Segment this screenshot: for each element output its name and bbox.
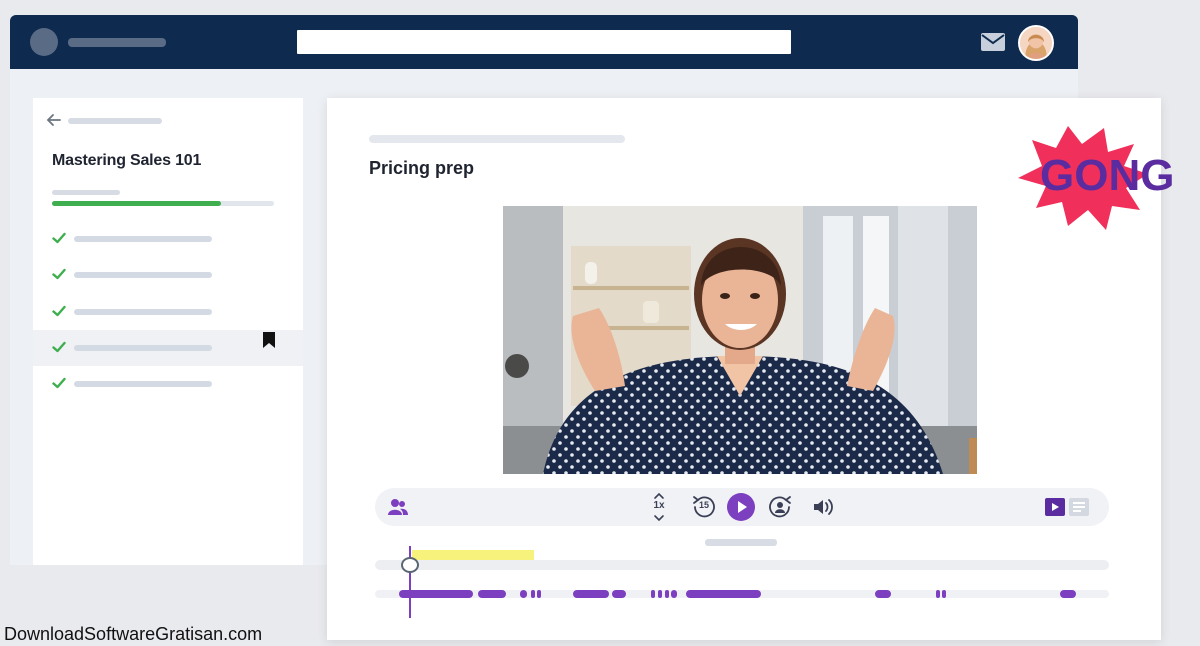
video-view-icon[interactable] bbox=[1045, 498, 1065, 516]
speaker-segment[interactable] bbox=[942, 590, 946, 598]
speaker-segment[interactable] bbox=[651, 590, 655, 598]
playhead-handle[interactable] bbox=[401, 557, 419, 573]
check-icon bbox=[52, 232, 66, 244]
speaker-segment[interactable] bbox=[665, 590, 669, 598]
check-icon bbox=[52, 305, 66, 317]
speaker-segment[interactable] bbox=[936, 590, 940, 598]
lesson-item-5[interactable] bbox=[33, 366, 303, 402]
video-player-frame[interactable] bbox=[503, 206, 977, 474]
speaker-segment[interactable] bbox=[671, 590, 677, 598]
speaker-segment[interactable] bbox=[478, 590, 506, 598]
lesson-title-placeholder bbox=[74, 345, 212, 351]
search-input[interactable] bbox=[297, 30, 791, 54]
speaker-segment[interactable] bbox=[537, 590, 541, 598]
page-title: Pricing prep bbox=[369, 158, 475, 178]
breadcrumb-placeholder bbox=[68, 118, 162, 124]
check-icon bbox=[52, 341, 66, 353]
lesson-item-2[interactable] bbox=[33, 257, 303, 293]
speaker-segment[interactable] bbox=[686, 590, 761, 598]
speaker-segment[interactable] bbox=[531, 590, 535, 598]
speaker-segment[interactable] bbox=[520, 590, 527, 598]
gong-logo-badge: GONG bbox=[1018, 126, 1174, 230]
speaker-segment[interactable] bbox=[1060, 590, 1076, 598]
watermark-text: DownloadSoftwareGratisan.com bbox=[4, 624, 263, 644]
speaker-segment[interactable] bbox=[612, 590, 626, 598]
playback-speed-label[interactable]: 1x bbox=[651, 500, 667, 511]
arrow-left-icon[interactable] bbox=[45, 111, 63, 129]
speaker-segment[interactable] bbox=[658, 590, 662, 598]
top-navigation-bar bbox=[10, 15, 1078, 69]
gong-logo-text: GONG bbox=[1040, 151, 1174, 200]
speaker-segment[interactable] bbox=[573, 590, 609, 598]
lesson-title-placeholder bbox=[74, 309, 212, 315]
lesson-breadcrumb-placeholder bbox=[369, 135, 625, 143]
player-controls-bar: 1x 15 bbox=[375, 488, 1109, 526]
timeline-track[interactable] bbox=[375, 560, 1109, 570]
course-progress-bar bbox=[52, 201, 274, 206]
volume-icon[interactable] bbox=[812, 497, 836, 517]
mail-icon[interactable] bbox=[980, 32, 1006, 52]
rewind-seconds-label: 15 bbox=[698, 500, 709, 510]
forward-icon[interactable] bbox=[767, 494, 793, 520]
lesson-title-placeholder bbox=[74, 381, 212, 387]
app-name-placeholder bbox=[68, 38, 166, 47]
check-icon bbox=[52, 377, 66, 389]
play-icon[interactable] bbox=[727, 493, 755, 521]
course-sidebar: Mastering Sales 101 bbox=[33, 98, 303, 565]
lesson-item-1[interactable] bbox=[33, 221, 303, 257]
check-icon bbox=[52, 268, 66, 280]
transcript-icon[interactable] bbox=[1069, 498, 1089, 516]
course-progress-fill bbox=[52, 201, 221, 206]
participants-icon[interactable] bbox=[387, 497, 409, 517]
progress-label-placeholder bbox=[52, 190, 120, 195]
user-avatar[interactable] bbox=[1018, 25, 1054, 61]
speaker-segment[interactable] bbox=[875, 590, 891, 598]
lesson-item-3[interactable] bbox=[33, 294, 303, 330]
app-logo-icon[interactable] bbox=[30, 28, 58, 56]
current-time-placeholder bbox=[705, 539, 777, 546]
lesson-title-placeholder bbox=[74, 236, 212, 242]
course-title: Mastering Sales 101 bbox=[52, 152, 202, 169]
bookmark-icon[interactable] bbox=[262, 331, 276, 349]
lesson-title-placeholder bbox=[74, 272, 212, 278]
timeline-highlight[interactable] bbox=[412, 550, 534, 560]
